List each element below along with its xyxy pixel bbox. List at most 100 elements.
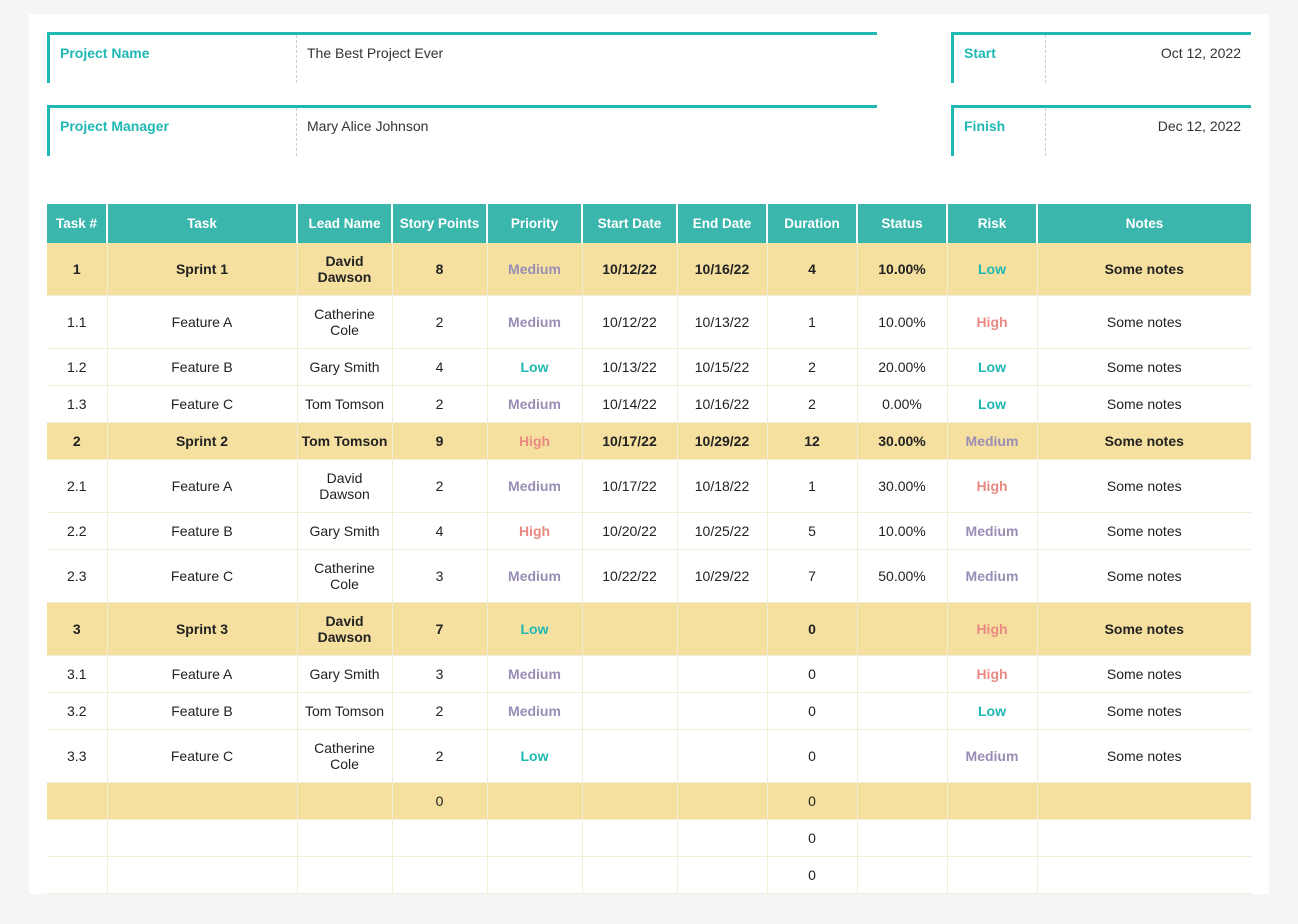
cell-pri[interactable]: [487, 857, 582, 894]
cell-pri[interactable]: Medium: [487, 550, 582, 603]
cell-dur[interactable]: 0: [767, 603, 857, 656]
cell-num[interactable]: 3.1: [47, 656, 107, 693]
cell-lead[interactable]: David Dawson: [297, 243, 392, 296]
cell-lead[interactable]: Gary Smith: [297, 349, 392, 386]
cell-end[interactable]: 10/13/22: [677, 296, 767, 349]
cell-num[interactable]: 3.2: [47, 693, 107, 730]
cell-lead[interactable]: David Dawson: [297, 603, 392, 656]
cell-risk[interactable]: Medium: [947, 423, 1037, 460]
cell-notes[interactable]: Some notes: [1037, 603, 1251, 656]
cell-notes[interactable]: Some notes: [1037, 550, 1251, 603]
cell-dur[interactable]: 1: [767, 460, 857, 513]
cell-pri[interactable]: Low: [487, 603, 582, 656]
cell-pts[interactable]: 2: [392, 296, 487, 349]
cell-notes[interactable]: Some notes: [1037, 349, 1251, 386]
cell-dur[interactable]: 2: [767, 386, 857, 423]
project-name-value[interactable]: The Best Project Ever: [297, 35, 877, 83]
cell-num[interactable]: [47, 820, 107, 857]
cell-status[interactable]: 30.00%: [857, 423, 947, 460]
cell-notes[interactable]: Some notes: [1037, 656, 1251, 693]
cell-notes[interactable]: Some notes: [1037, 730, 1251, 783]
cell-num[interactable]: 2.3: [47, 550, 107, 603]
cell-pts[interactable]: 9: [392, 423, 487, 460]
cell-start[interactable]: [582, 820, 677, 857]
cell-status[interactable]: [857, 730, 947, 783]
cell-risk[interactable]: [947, 820, 1037, 857]
cell-pts[interactable]: [392, 857, 487, 894]
cell-start[interactable]: 10/12/22: [582, 296, 677, 349]
cell-dur[interactable]: 5: [767, 513, 857, 550]
cell-lead[interactable]: Catherine Cole: [297, 550, 392, 603]
cell-status[interactable]: 20.00%: [857, 349, 947, 386]
cell-dur[interactable]: 4: [767, 243, 857, 296]
cell-status[interactable]: [857, 820, 947, 857]
cell-task[interactable]: [107, 783, 297, 820]
cell-dur[interactable]: 2: [767, 349, 857, 386]
cell-task[interactable]: Sprint 2: [107, 423, 297, 460]
cell-risk[interactable]: Medium: [947, 550, 1037, 603]
cell-task[interactable]: Feature B: [107, 349, 297, 386]
cell-end[interactable]: 10/29/22: [677, 550, 767, 603]
cell-notes[interactable]: [1037, 857, 1251, 894]
cell-risk[interactable]: High: [947, 460, 1037, 513]
cell-notes[interactable]: Some notes: [1037, 243, 1251, 296]
cell-lead[interactable]: [297, 783, 392, 820]
cell-task[interactable]: Sprint 3: [107, 603, 297, 656]
cell-notes[interactable]: Some notes: [1037, 386, 1251, 423]
cell-status[interactable]: 0.00%: [857, 386, 947, 423]
cell-pri[interactable]: Medium: [487, 656, 582, 693]
cell-lead[interactable]: Gary Smith: [297, 513, 392, 550]
cell-pri[interactable]: High: [487, 423, 582, 460]
cell-status[interactable]: [857, 693, 947, 730]
cell-risk[interactable]: High: [947, 296, 1037, 349]
cell-task[interactable]: Feature C: [107, 550, 297, 603]
cell-lead[interactable]: Catherine Cole: [297, 730, 392, 783]
cell-dur[interactable]: 7: [767, 550, 857, 603]
cell-end[interactable]: [677, 656, 767, 693]
cell-pri[interactable]: Low: [487, 730, 582, 783]
cell-pts[interactable]: 0: [392, 783, 487, 820]
cell-task[interactable]: Feature A: [107, 296, 297, 349]
cell-end[interactable]: [677, 820, 767, 857]
cell-pts[interactable]: 7: [392, 603, 487, 656]
cell-start[interactable]: 10/13/22: [582, 349, 677, 386]
cell-pri[interactable]: High: [487, 513, 582, 550]
cell-start[interactable]: [582, 603, 677, 656]
cell-notes[interactable]: Some notes: [1037, 460, 1251, 513]
cell-end[interactable]: [677, 730, 767, 783]
cell-task[interactable]: [107, 857, 297, 894]
cell-pts[interactable]: 2: [392, 693, 487, 730]
cell-dur[interactable]: 0: [767, 730, 857, 783]
cell-start[interactable]: [582, 656, 677, 693]
cell-num[interactable]: 3: [47, 603, 107, 656]
cell-task[interactable]: Feature B: [107, 693, 297, 730]
cell-num[interactable]: 1.2: [47, 349, 107, 386]
cell-notes[interactable]: Some notes: [1037, 693, 1251, 730]
cell-lead[interactable]: David Dawson: [297, 460, 392, 513]
project-manager-value[interactable]: Mary Alice Johnson: [297, 108, 877, 156]
cell-num[interactable]: 2: [47, 423, 107, 460]
cell-dur[interactable]: 1: [767, 296, 857, 349]
cell-risk[interactable]: Medium: [947, 513, 1037, 550]
cell-pts[interactable]: 3: [392, 656, 487, 693]
cell-pts[interactable]: 4: [392, 513, 487, 550]
cell-pts[interactable]: 3: [392, 550, 487, 603]
cell-task[interactable]: Feature C: [107, 730, 297, 783]
cell-start[interactable]: 10/14/22: [582, 386, 677, 423]
cell-status[interactable]: [857, 656, 947, 693]
cell-start[interactable]: 10/17/22: [582, 423, 677, 460]
cell-end[interactable]: 10/15/22: [677, 349, 767, 386]
cell-end[interactable]: [677, 693, 767, 730]
cell-notes[interactable]: Some notes: [1037, 513, 1251, 550]
cell-num[interactable]: [47, 783, 107, 820]
cell-risk[interactable]: Low: [947, 243, 1037, 296]
cell-pri[interactable]: Medium: [487, 243, 582, 296]
cell-dur[interactable]: 0: [767, 820, 857, 857]
cell-lead[interactable]: Gary Smith: [297, 656, 392, 693]
cell-num[interactable]: [47, 857, 107, 894]
cell-dur[interactable]: 12: [767, 423, 857, 460]
cell-task[interactable]: Sprint 1: [107, 243, 297, 296]
cell-notes[interactable]: Some notes: [1037, 423, 1251, 460]
cell-start[interactable]: [582, 783, 677, 820]
cell-risk[interactable]: High: [947, 656, 1037, 693]
